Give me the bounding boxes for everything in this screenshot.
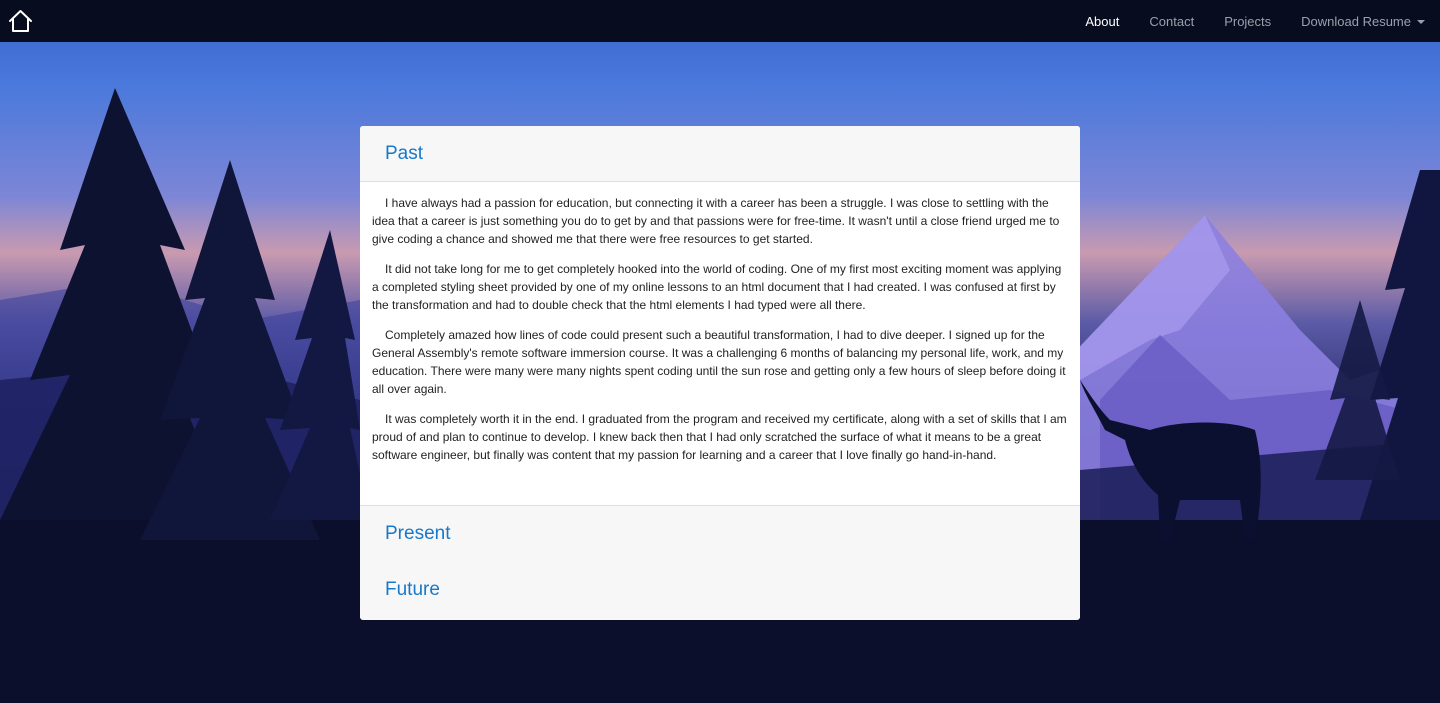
past-paragraph-4: It was completely worth it in the end. I… [372, 412, 1067, 462]
past-paragraph-2: It did not take long for me to get compl… [372, 262, 1062, 312]
about-accordion: Past I have always had a passion for edu… [360, 126, 1080, 620]
nav-link-contact[interactable]: Contact [1149, 14, 1194, 29]
past-paragraph-1: I have always had a passion for educatio… [372, 196, 1060, 246]
download-resume-label: Download Resume [1301, 13, 1411, 29]
top-navbar: About Contact Projects Download Resume [0, 0, 1440, 42]
accordion-body-past: I have always had a passion for educatio… [360, 182, 1080, 506]
nav-link-download-resume[interactable]: Download Resume [1301, 14, 1425, 29]
nav-link-projects[interactable]: Projects [1224, 14, 1271, 29]
accordion-header-past[interactable]: Past [360, 126, 1080, 182]
accordion-header-present[interactable]: Present [360, 506, 1080, 562]
home-icon[interactable] [8, 9, 33, 33]
nav-link-about[interactable]: About [1085, 14, 1119, 29]
caret-down-icon [1417, 20, 1425, 25]
nav-links: About Contact Projects Download Resume [1055, 0, 1425, 42]
accordion-header-future[interactable]: Future [360, 562, 1080, 618]
past-paragraph-3: Completely amazed how lines of code coul… [372, 328, 1066, 396]
